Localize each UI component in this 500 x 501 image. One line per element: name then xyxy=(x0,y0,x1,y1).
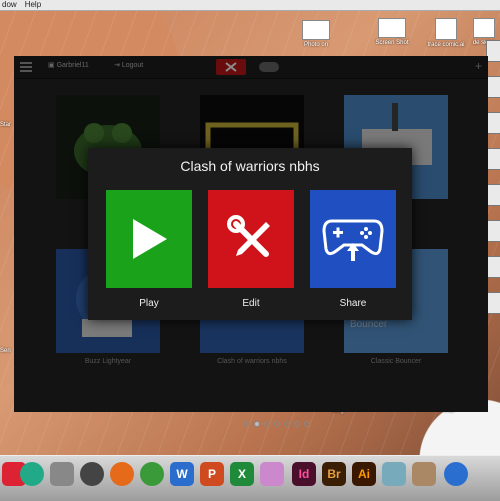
edit-label: Edit xyxy=(242,298,260,309)
play-tile xyxy=(106,190,192,288)
desktop-right-column xyxy=(486,40,500,328)
dock-app-comic[interactable] xyxy=(260,462,284,486)
desktop-icon-trace-comic[interactable]: trace comic.ai xyxy=(420,18,472,48)
dock: W P X Id Br Ai xyxy=(0,455,500,501)
desktop-icon-screenshot[interactable]: Screen Shot xyxy=(366,18,418,46)
file-thumbnail[interactable] xyxy=(486,184,500,206)
share-button[interactable] xyxy=(310,190,396,288)
share-tile xyxy=(310,190,396,288)
dock-app-chrome[interactable] xyxy=(140,462,164,486)
file-thumbnail xyxy=(378,18,406,38)
menu-bar: dow Help xyxy=(0,0,500,11)
menu-window[interactable]: dow xyxy=(2,0,17,10)
desktop-left-label[interactable]: Star xyxy=(0,122,14,128)
file-thumbnail[interactable] xyxy=(486,76,500,98)
file-thumbnail xyxy=(435,18,457,40)
dock-app-quicktime[interactable] xyxy=(444,462,468,486)
dialog-title: Clash of warriors nbhs xyxy=(180,158,320,174)
page-indicator[interactable] xyxy=(244,421,310,427)
project-action-dialog: Clash of warriors nbhs Play Edit Share xyxy=(88,148,412,320)
play-icon xyxy=(133,219,167,259)
dock-app-preview[interactable] xyxy=(412,462,436,486)
dock-app-bridge[interactable]: Br xyxy=(322,462,346,486)
desktop-icon-photo[interactable]: Photo on xyxy=(290,20,342,48)
menu-help[interactable]: Help xyxy=(25,0,41,10)
dock-app-time-machine[interactable] xyxy=(20,462,44,486)
file-thumbnail xyxy=(473,18,495,38)
wrench-pencil-icon xyxy=(227,215,270,257)
dock-app-dvd[interactable] xyxy=(80,462,104,486)
file-thumbnail[interactable] xyxy=(486,256,500,278)
dock-app-powerpoint[interactable]: P xyxy=(200,462,224,486)
dock-app-word[interactable]: W xyxy=(170,462,194,486)
file-thumbnail[interactable] xyxy=(486,292,500,314)
gamepad-share-icon xyxy=(322,219,384,261)
dock-app-excel[interactable]: X xyxy=(230,462,254,486)
file-thumbnail[interactable] xyxy=(486,40,500,62)
dock-app-grapher[interactable] xyxy=(382,462,406,486)
dock-app-indesign[interactable]: Id xyxy=(292,462,316,486)
dock-app-illustrator[interactable]: Ai xyxy=(352,462,376,486)
edit-tile xyxy=(208,190,294,288)
file-thumbnail[interactable] xyxy=(486,112,500,134)
dock-app-system-preferences[interactable] xyxy=(50,462,74,486)
play-label: Play xyxy=(139,298,159,309)
desktop-left-label[interactable]: Sen xyxy=(0,348,14,354)
dock-app-firefox[interactable] xyxy=(110,462,134,486)
file-thumbnail[interactable] xyxy=(486,148,500,170)
play-button[interactable] xyxy=(106,190,192,288)
file-thumbnail[interactable] xyxy=(486,220,500,242)
edit-button[interactable] xyxy=(208,190,294,288)
file-thumbnail xyxy=(302,20,330,40)
share-label: Share xyxy=(339,298,367,309)
